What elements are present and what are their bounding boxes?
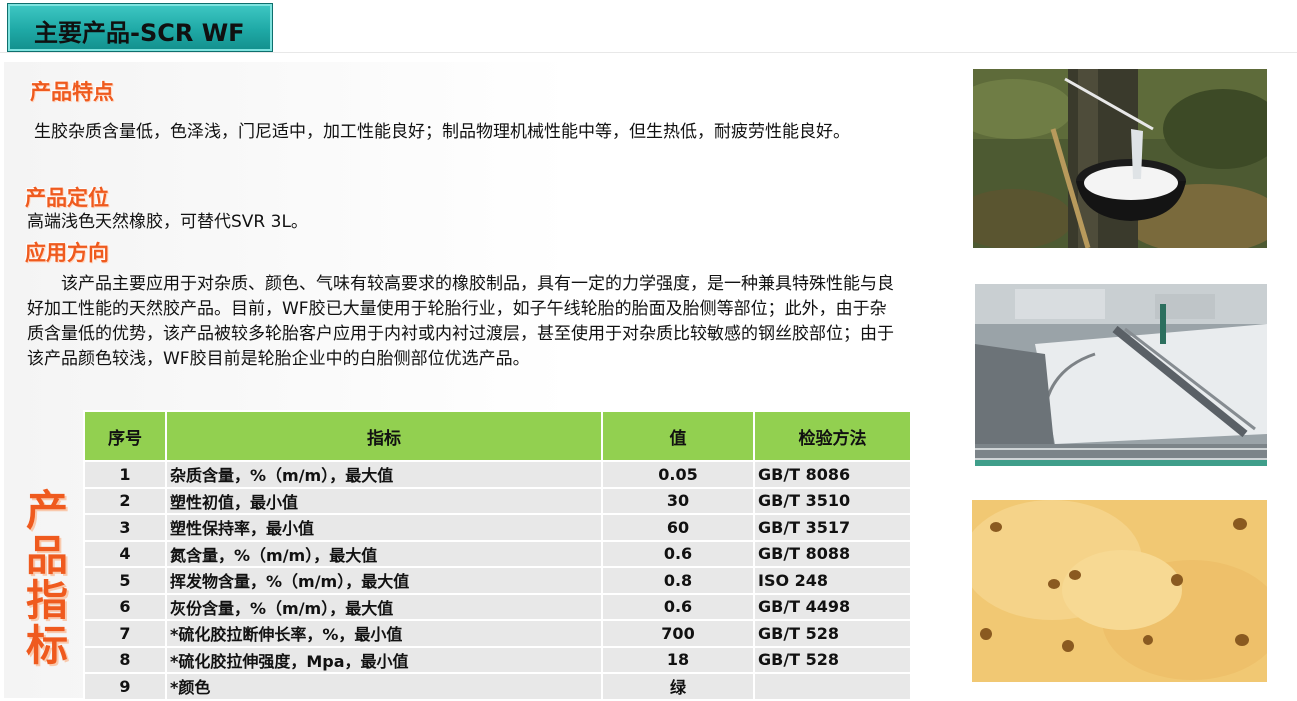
cell-indicator: *硫化胶拉断伸长率，%，最小值	[165, 619, 603, 648]
table-row: 8 *硫化胶拉伸强度，Mpa，最小值 18 GB/T 528	[83, 645, 912, 674]
table-row: 1 杂质含量，%（m/m），最大值 0.05 GB/T 8086	[83, 460, 912, 489]
table-row: 9 *颜色绿	[83, 672, 912, 701]
cell-indicator: 氮含量，%（m/m），最大值	[165, 539, 603, 568]
cell-value: 0.05	[601, 460, 755, 489]
cell-indicator: 灰份含量，%（m/m），最大值	[165, 592, 603, 621]
table-row: 3 塑性保持率，最小值 60 GB/T 3517	[83, 513, 912, 542]
cell-value: 18	[601, 645, 755, 674]
cell-index: 7	[83, 619, 167, 648]
rubber-crumb-photo	[972, 500, 1267, 682]
cell-index: 2	[83, 486, 167, 515]
cell-indicator: 杂质含量，%（m/m），最大值	[165, 460, 603, 489]
latex-tapping-photo	[973, 69, 1267, 248]
positioning-text: 高端浅色天然橡胶，可替代SVR 3L。	[27, 212, 308, 232]
header-value: 值	[601, 410, 755, 462]
table-row: 2 塑性初值，最小值 30 GB/T 3510	[83, 486, 912, 515]
header-method: 检验方法	[753, 410, 912, 462]
cell-indicator: 塑性初值，最小值	[165, 486, 603, 515]
cell-method: GB/T 8088	[753, 539, 912, 568]
cell-index: 5	[83, 566, 167, 595]
title-banner: 主要产品-SCR WF	[7, 3, 273, 52]
cell-method: GB/T 8086	[753, 460, 912, 489]
spec-side-label: 产 品 指 标	[22, 488, 72, 668]
cell-method: GB/T 4498	[753, 592, 912, 621]
cell-indicator: 塑性保持率，最小值	[165, 513, 603, 542]
cell-indicator: *硫化胶拉伸强度，Mpa，最小值	[165, 645, 603, 674]
cell-method: GB/T 528	[753, 645, 912, 674]
features-text: 生胶杂质含量低，色泽浅，门尼适中，加工性能良好；制品物理机械性能中等，但生热低，…	[34, 122, 850, 142]
cell-value: 0.6	[601, 592, 755, 621]
application-text: 该产品主要应用于对杂质、颜色、气味有较高要求的橡胶制品，具有一定的力学强度，是一…	[27, 274, 894, 369]
spec-table: 序号 指标 值 检验方法 1 杂质含量，%（m/m），最大值 0.05 GB/T 80…	[83, 410, 912, 701]
table-row: 7 *硫化胶拉断伸长率，%，最小值 700 GB/T 528	[83, 619, 912, 648]
side-label-char: 产	[25, 486, 68, 535]
cell-value: 60	[601, 513, 755, 542]
cell-index: 6	[83, 592, 167, 621]
latex-pool-photo	[975, 284, 1267, 466]
side-label-char: 指	[25, 576, 68, 625]
cell-value: 0.8	[601, 566, 755, 595]
cell-indicator: *颜色	[165, 672, 603, 701]
cell-index: 1	[83, 460, 167, 489]
cell-index: 4	[83, 539, 167, 568]
cell-index: 9	[83, 672, 167, 701]
cell-method: GB/T 3510	[753, 486, 912, 515]
table-row: 4 氮含量，%（m/m），最大值 0.6 GB/T 8088	[83, 539, 912, 568]
cell-indicator: 挥发物含量，%（m/m），最大值	[165, 566, 603, 595]
side-label-char: 品	[25, 531, 68, 580]
header-index: 序号	[83, 410, 167, 462]
header-indicator: 指标	[165, 410, 603, 462]
cell-method: GB/T 528	[753, 619, 912, 648]
positioning-heading: 产品定位	[25, 186, 109, 210]
table-row: 6 灰份含量，%（m/m），最大值 0.6 GB/T 4498	[83, 592, 912, 621]
cell-index: 3	[83, 513, 167, 542]
page-title: 主要产品-SCR WF	[34, 19, 245, 47]
table-header-row: 序号 指标 值 检验方法	[83, 410, 912, 462]
cell-value: 绿	[601, 672, 755, 701]
cell-value: 700	[601, 619, 755, 648]
side-label-char: 标	[25, 621, 68, 670]
application-heading: 应用方向	[25, 241, 109, 265]
cell-value: 30	[601, 486, 755, 515]
table-row: 5 挥发物含量，%（m/m），最大值 0.8 ISO 248	[83, 566, 912, 595]
cell-method: GB/T 3517	[753, 513, 912, 542]
cell-index: 8	[83, 645, 167, 674]
cell-value: 0.6	[601, 539, 755, 568]
cell-method: ISO 248	[753, 566, 912, 595]
cell-method	[753, 672, 912, 701]
top-divider	[0, 52, 1297, 53]
features-heading: 产品特点	[30, 80, 114, 104]
